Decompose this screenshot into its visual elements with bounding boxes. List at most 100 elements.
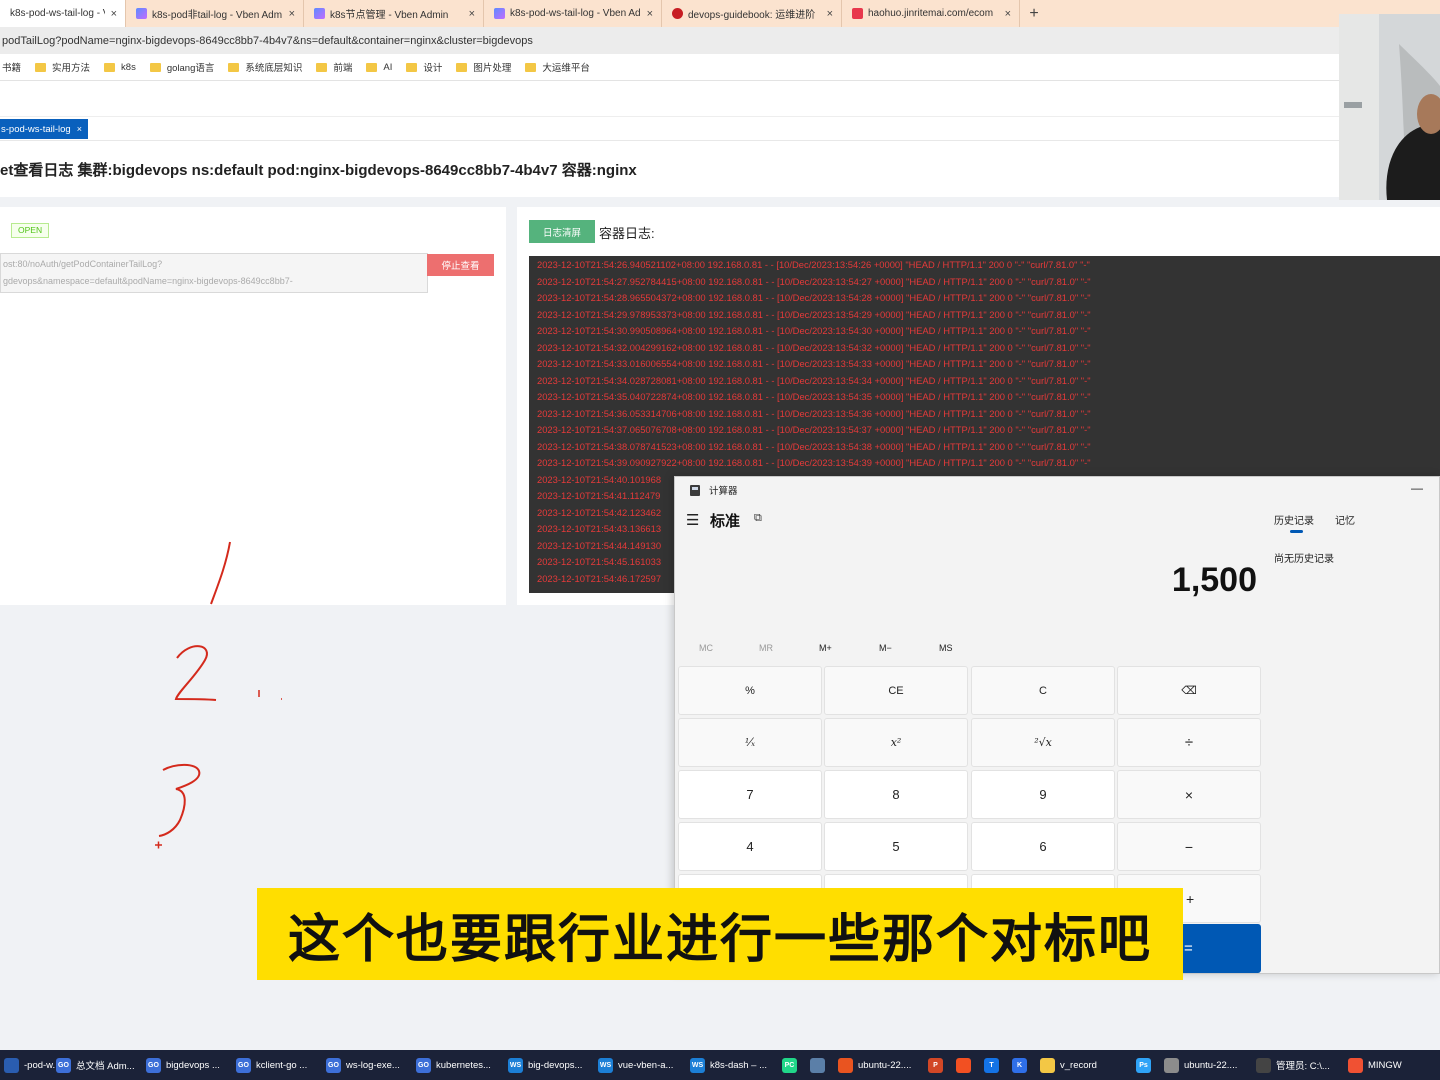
- ws-url-textarea[interactable]: ost:80/noAuth/getPodContainerTailLog? gd…: [0, 253, 428, 293]
- taskbar-item[interactable]: v_record: [1036, 1050, 1132, 1080]
- ws-icon: [4, 1057, 19, 1073]
- taskbar-item-label: MINGW: [1368, 1059, 1402, 1071]
- digit-9-button[interactable]: 9: [971, 770, 1115, 819]
- taskbar-item[interactable]: GO ws-log-exe...: [322, 1050, 412, 1080]
- bookmark-item[interactable]: 前端: [316, 60, 352, 74]
- digit-4-button[interactable]: 4: [678, 822, 822, 871]
- log-line: 2023-12-10T21:54:30.990508964+08:00 192.…: [537, 325, 1091, 336]
- bookmark-label: AI: [383, 61, 393, 73]
- taskbar-item[interactable]: P: [924, 1050, 952, 1080]
- clear-button[interactable]: C: [971, 666, 1115, 715]
- taskbar-item[interactable]: K: [1008, 1050, 1036, 1080]
- handwritten-2: [174, 645, 217, 701]
- bookmark-item[interactable]: 实用方法: [35, 60, 90, 74]
- taskbar-item[interactable]: GO bigdevops ...: [142, 1050, 232, 1080]
- taskbar-item[interactable]: GO kclient-go ...: [232, 1050, 322, 1080]
- log-line: 2023-12-10T21:54:33.016006554+08:00 192.…: [537, 358, 1091, 369]
- square-button[interactable]: x²: [824, 718, 968, 767]
- browser-tab[interactable]: devops-guidebook: 运维进阶 ×: [662, 0, 842, 27]
- digit-6-button[interactable]: 6: [971, 822, 1115, 871]
- log-line: 2023-12-10T21:54:39.090927922+08:00 192.…: [537, 457, 1091, 468]
- taskbar-item[interactable]: ubuntu-22....: [834, 1050, 924, 1080]
- close-icon[interactable]: ×: [827, 8, 833, 20]
- handwritten-3: [158, 763, 201, 837]
- taskbar-item-label: 总文档 Adm...: [76, 1061, 135, 1072]
- browser-tab[interactable]: k8s节点管理 - Vben Admin ×: [304, 0, 484, 27]
- minimize-button[interactable]: —: [1411, 481, 1423, 495]
- memory-add-button[interactable]: M+: [819, 643, 832, 653]
- digit-5-button[interactable]: 5: [824, 822, 968, 871]
- folder-icon: [525, 62, 537, 72]
- divide-button[interactable]: ÷: [1117, 718, 1261, 767]
- log-line: 2023-12-10T21:54:38.078741523+08:00 192.…: [537, 440, 1091, 452]
- hamburger-menu-icon[interactable]: ☰: [686, 511, 699, 529]
- backspace-button[interactable]: ⌫: [1117, 666, 1261, 715]
- browser-tab-label: k8s节点管理 - Vben Admin: [330, 10, 449, 21]
- kdocs-icon: K: [1012, 1057, 1027, 1073]
- taskbar-item[interactable]: [952, 1050, 980, 1080]
- close-icon[interactable]: ×: [469, 8, 475, 20]
- bookmark-item[interactable]: 设计: [406, 60, 442, 74]
- close-icon[interactable]: ×: [1005, 8, 1011, 20]
- taskbar-item[interactable]: GO kubernetes...: [412, 1050, 504, 1080]
- stop-viewing-button[interactable]: 停止查看: [427, 254, 494, 276]
- subtract-button[interactable]: −: [1117, 822, 1261, 871]
- bookmark-item[interactable]: 大运维平台: [525, 60, 590, 74]
- taskbar-item[interactable]: 管理员: C:\...: [1252, 1050, 1344, 1080]
- log-line: 2023-12-10T21:54:35.040722874+08:00 192.…: [537, 391, 1091, 402]
- taskbar-item[interactable]: WS vue-vben-a...: [594, 1050, 686, 1080]
- gitee-logo-icon: [672, 8, 683, 19]
- memory-subtract-button[interactable]: M−: [879, 643, 892, 653]
- browser-tab[interactable]: k8s-pod-ws-tail-log - Vben Ad ×: [484, 0, 662, 27]
- memory-clear-button[interactable]: MC: [699, 643, 713, 653]
- close-icon[interactable]: ×: [77, 124, 82, 134]
- percent-button[interactable]: %: [678, 666, 822, 715]
- address-bar[interactable]: podTailLog?podName=nginx-bigdevops-8649c…: [0, 27, 1440, 54]
- taskbar-item[interactable]: [806, 1050, 834, 1080]
- goland-icon: GO: [146, 1057, 161, 1073]
- clear-entry-button[interactable]: CE: [824, 666, 968, 715]
- new-tab-button[interactable]: +: [1020, 0, 1048, 27]
- taskbar-item[interactable]: -pod-w...: [0, 1050, 60, 1080]
- square-root-button[interactable]: ²√x: [971, 718, 1115, 767]
- taskbar-item[interactable]: WS big-devops...: [504, 1050, 594, 1080]
- bookmark-item[interactable]: 书籍: [2, 60, 21, 74]
- memory-store-button[interactable]: MS: [939, 643, 953, 653]
- app-tab-active[interactable]: s-pod-ws-tail-log ×: [0, 119, 88, 139]
- bookmark-item[interactable]: AI: [366, 62, 392, 73]
- close-icon[interactable]: ×: [289, 8, 295, 20]
- taskbar: -pod-w... GO 总文档 Adm... GO bigdevops ... GO kc…: [0, 1050, 1440, 1080]
- vben-logo-icon: [314, 8, 325, 19]
- taskbar-item[interactable]: GO 总文档 Adm...: [52, 1050, 142, 1080]
- memory-tab[interactable]: 记忆: [1335, 512, 1355, 527]
- taskbar-item[interactable]: ubuntu-22....: [1160, 1050, 1252, 1080]
- taskbar-item[interactable]: WS k8s-dash – ...: [686, 1050, 778, 1080]
- digit-7-button[interactable]: 7: [678, 770, 822, 819]
- clear-log-button[interactable]: 日志清屏: [529, 220, 595, 243]
- bookmark-item[interactable]: golang语言: [149, 60, 214, 74]
- multiply-button[interactable]: ×: [1117, 770, 1261, 819]
- goland-icon: GO: [416, 1057, 431, 1073]
- folder-icon: [35, 62, 47, 72]
- browser-tab-active[interactable]: k8s-pod-ws-tail-log - Vben Ad ×: [0, 0, 126, 27]
- history-tab[interactable]: 历史记录: [1274, 512, 1314, 527]
- bookmark-item[interactable]: 图片处理: [456, 60, 511, 74]
- close-icon[interactable]: ×: [111, 8, 117, 20]
- taskbar-item[interactable]: PC: [778, 1050, 806, 1080]
- digit-8-button[interactable]: 8: [824, 770, 968, 819]
- bookmark-item[interactable]: k8s: [104, 62, 136, 73]
- presenter-image: [1339, 14, 1440, 200]
- close-icon[interactable]: ×: [647, 8, 653, 20]
- reciprocal-button[interactable]: ¹⁄ₓ: [678, 718, 822, 767]
- memory-recall-button[interactable]: MR: [759, 643, 773, 653]
- bookmark-item[interactable]: 系统底层知识: [228, 60, 302, 74]
- goland-icon: GO: [326, 1057, 341, 1073]
- browser-tab[interactable]: haohuo.jinritemai.com/ecom ×: [842, 0, 1020, 27]
- keep-on-top-icon[interactable]: ⧉: [754, 512, 762, 525]
- app-tab-label: s-pod-ws-tail-log: [1, 123, 71, 135]
- taskbar-item[interactable]: MINGW: [1344, 1050, 1402, 1080]
- browser-tab[interactable]: k8s-pod非tail-log - Vben Adm ×: [126, 0, 304, 27]
- taskbar-item[interactable]: Ps: [1132, 1050, 1160, 1080]
- goland-icon: GO: [236, 1057, 251, 1073]
- taskbar-item[interactable]: T: [980, 1050, 1008, 1080]
